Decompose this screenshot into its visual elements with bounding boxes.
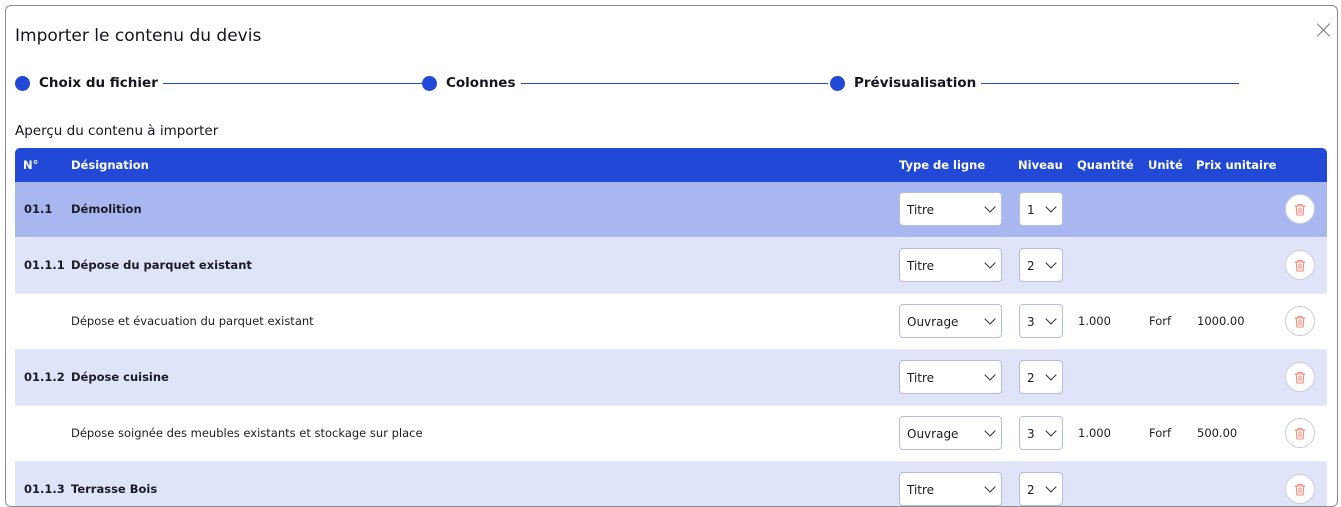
- chevron-down-icon: [984, 257, 996, 269]
- trash-icon: [1294, 259, 1306, 272]
- import-dialog: Importer le contenu du devis Choix du fi…: [5, 5, 1338, 507]
- type-select-value: Titre: [907, 259, 935, 273]
- type-select[interactable]: Titre: [899, 360, 1002, 394]
- trash-icon: [1294, 203, 1306, 216]
- type-select[interactable]: Ouvrage: [899, 416, 1002, 450]
- trash-icon: [1294, 427, 1306, 440]
- level-select[interactable]: 1: [1019, 192, 1063, 226]
- chevron-down-icon: [984, 481, 996, 493]
- level-select[interactable]: 2: [1019, 360, 1063, 394]
- type-select-value: Ouvrage: [907, 427, 959, 441]
- dialog-title: Importer le contenu du devis: [15, 26, 262, 46]
- row-designation: Dépose et évacuation du parquet existant: [71, 314, 314, 328]
- table-row: Dépose et évacuation du parquet existant…: [15, 294, 1327, 350]
- col-designation: Désignation: [71, 158, 149, 172]
- step-label: Choix du fichier: [39, 75, 158, 91]
- step-connector: [162, 82, 423, 84]
- step-dot-icon: [422, 75, 437, 91]
- level-select-value: 3: [1027, 315, 1035, 329]
- chevron-down-icon: [1045, 425, 1057, 437]
- row-prix: 500.00: [1197, 426, 1238, 440]
- type-select[interactable]: Titre: [899, 248, 1002, 282]
- row-num: 01.1.2: [24, 370, 65, 384]
- delete-row-button[interactable]: [1285, 474, 1315, 504]
- col-num: N°: [23, 158, 39, 172]
- chevron-down-icon: [984, 425, 996, 437]
- level-select-value: 3: [1027, 427, 1035, 441]
- row-num: 01.1.3: [24, 482, 65, 496]
- step-dot-icon: [830, 75, 845, 91]
- step-preview: Prévisualisation: [830, 73, 1240, 93]
- table-row: 01.1.1 Dépose du parquet existant Titre 2: [15, 238, 1327, 294]
- chevron-down-icon: [984, 369, 996, 381]
- type-select-value: Titre: [907, 203, 935, 217]
- step-label: Prévisualisation: [854, 75, 977, 91]
- trash-icon: [1294, 315, 1306, 328]
- step-connector: [520, 82, 828, 84]
- delete-row-button[interactable]: [1285, 194, 1315, 224]
- row-designation: Terrasse Bois: [71, 482, 158, 496]
- trash-icon: [1294, 371, 1306, 384]
- type-select[interactable]: Ouvrage: [899, 304, 1002, 338]
- preview-section-title: Aperçu du contenu à importer: [15, 123, 219, 139]
- row-quantite: 1.000: [1078, 426, 1111, 440]
- table-row: 01.1.3 Terrasse Bois Titre 2: [15, 462, 1327, 506]
- preview-table: N° Désignation Type de ligne Niveau Quan…: [15, 148, 1327, 506]
- step-dot-icon: [15, 75, 30, 91]
- row-num: 01.1.1: [24, 258, 65, 272]
- table-body: 01.1 Démolition Titre 1 01.1.1 Dépose du parq…: [15, 182, 1327, 506]
- row-num: 01.1: [24, 202, 53, 216]
- row-designation: Dépose du parquet existant: [71, 258, 252, 272]
- table-row: 01.1.2 Dépose cuisine Titre 2: [15, 350, 1327, 406]
- col-unite: Unité: [1148, 158, 1183, 172]
- type-select[interactable]: Titre: [899, 472, 1002, 506]
- row-prix: 1000.00: [1197, 314, 1245, 328]
- type-select-value: Titre: [907, 483, 935, 497]
- row-unite: Forf: [1149, 426, 1172, 440]
- row-designation: Démolition: [71, 202, 142, 216]
- row-unite: Forf: [1149, 314, 1172, 328]
- table-row: Dépose soignée des meubles existants et …: [15, 406, 1327, 462]
- step-connector: [981, 82, 1240, 84]
- row-designation: Dépose soignée des meubles existants et …: [71, 426, 423, 440]
- level-select-value: 2: [1027, 483, 1035, 497]
- chevron-down-icon: [1045, 257, 1057, 269]
- delete-row-button[interactable]: [1285, 250, 1315, 280]
- close-icon[interactable]: [1315, 21, 1333, 39]
- level-select[interactable]: 2: [1019, 472, 1063, 506]
- chevron-down-icon: [1045, 369, 1057, 381]
- level-select-value: 1: [1027, 203, 1035, 217]
- level-select[interactable]: 2: [1019, 248, 1063, 282]
- col-prix: Prix unitaire: [1196, 158, 1277, 172]
- chevron-down-icon: [984, 313, 996, 325]
- row-designation: Dépose cuisine: [71, 370, 169, 384]
- col-niveau: Niveau: [1018, 158, 1063, 172]
- chevron-down-icon: [984, 201, 996, 213]
- chevron-down-icon: [1045, 481, 1057, 493]
- row-quantite: 1.000: [1078, 314, 1111, 328]
- delete-row-button[interactable]: [1285, 362, 1315, 392]
- step-columns: Colonnes: [422, 73, 828, 93]
- type-select-value: Ouvrage: [907, 315, 959, 329]
- delete-row-button[interactable]: [1285, 306, 1315, 336]
- col-type: Type de ligne: [899, 158, 986, 172]
- type-select-value: Titre: [907, 371, 935, 385]
- trash-icon: [1294, 483, 1306, 496]
- delete-row-button[interactable]: [1285, 418, 1315, 448]
- chevron-down-icon: [1045, 201, 1057, 213]
- level-select[interactable]: 3: [1019, 304, 1063, 338]
- step-label: Colonnes: [446, 75, 516, 91]
- chevron-down-icon: [1045, 313, 1057, 325]
- level-select-value: 2: [1027, 259, 1035, 273]
- type-select[interactable]: Titre: [899, 192, 1002, 226]
- table-header: N° Désignation Type de ligne Niveau Quan…: [15, 148, 1327, 182]
- table-row: 01.1 Démolition Titre 1: [15, 182, 1327, 238]
- step-file: Choix du fichier: [15, 73, 423, 93]
- col-quantite: Quantité: [1077, 158, 1134, 172]
- level-select-value: 2: [1027, 371, 1035, 385]
- level-select[interactable]: 3: [1019, 416, 1063, 450]
